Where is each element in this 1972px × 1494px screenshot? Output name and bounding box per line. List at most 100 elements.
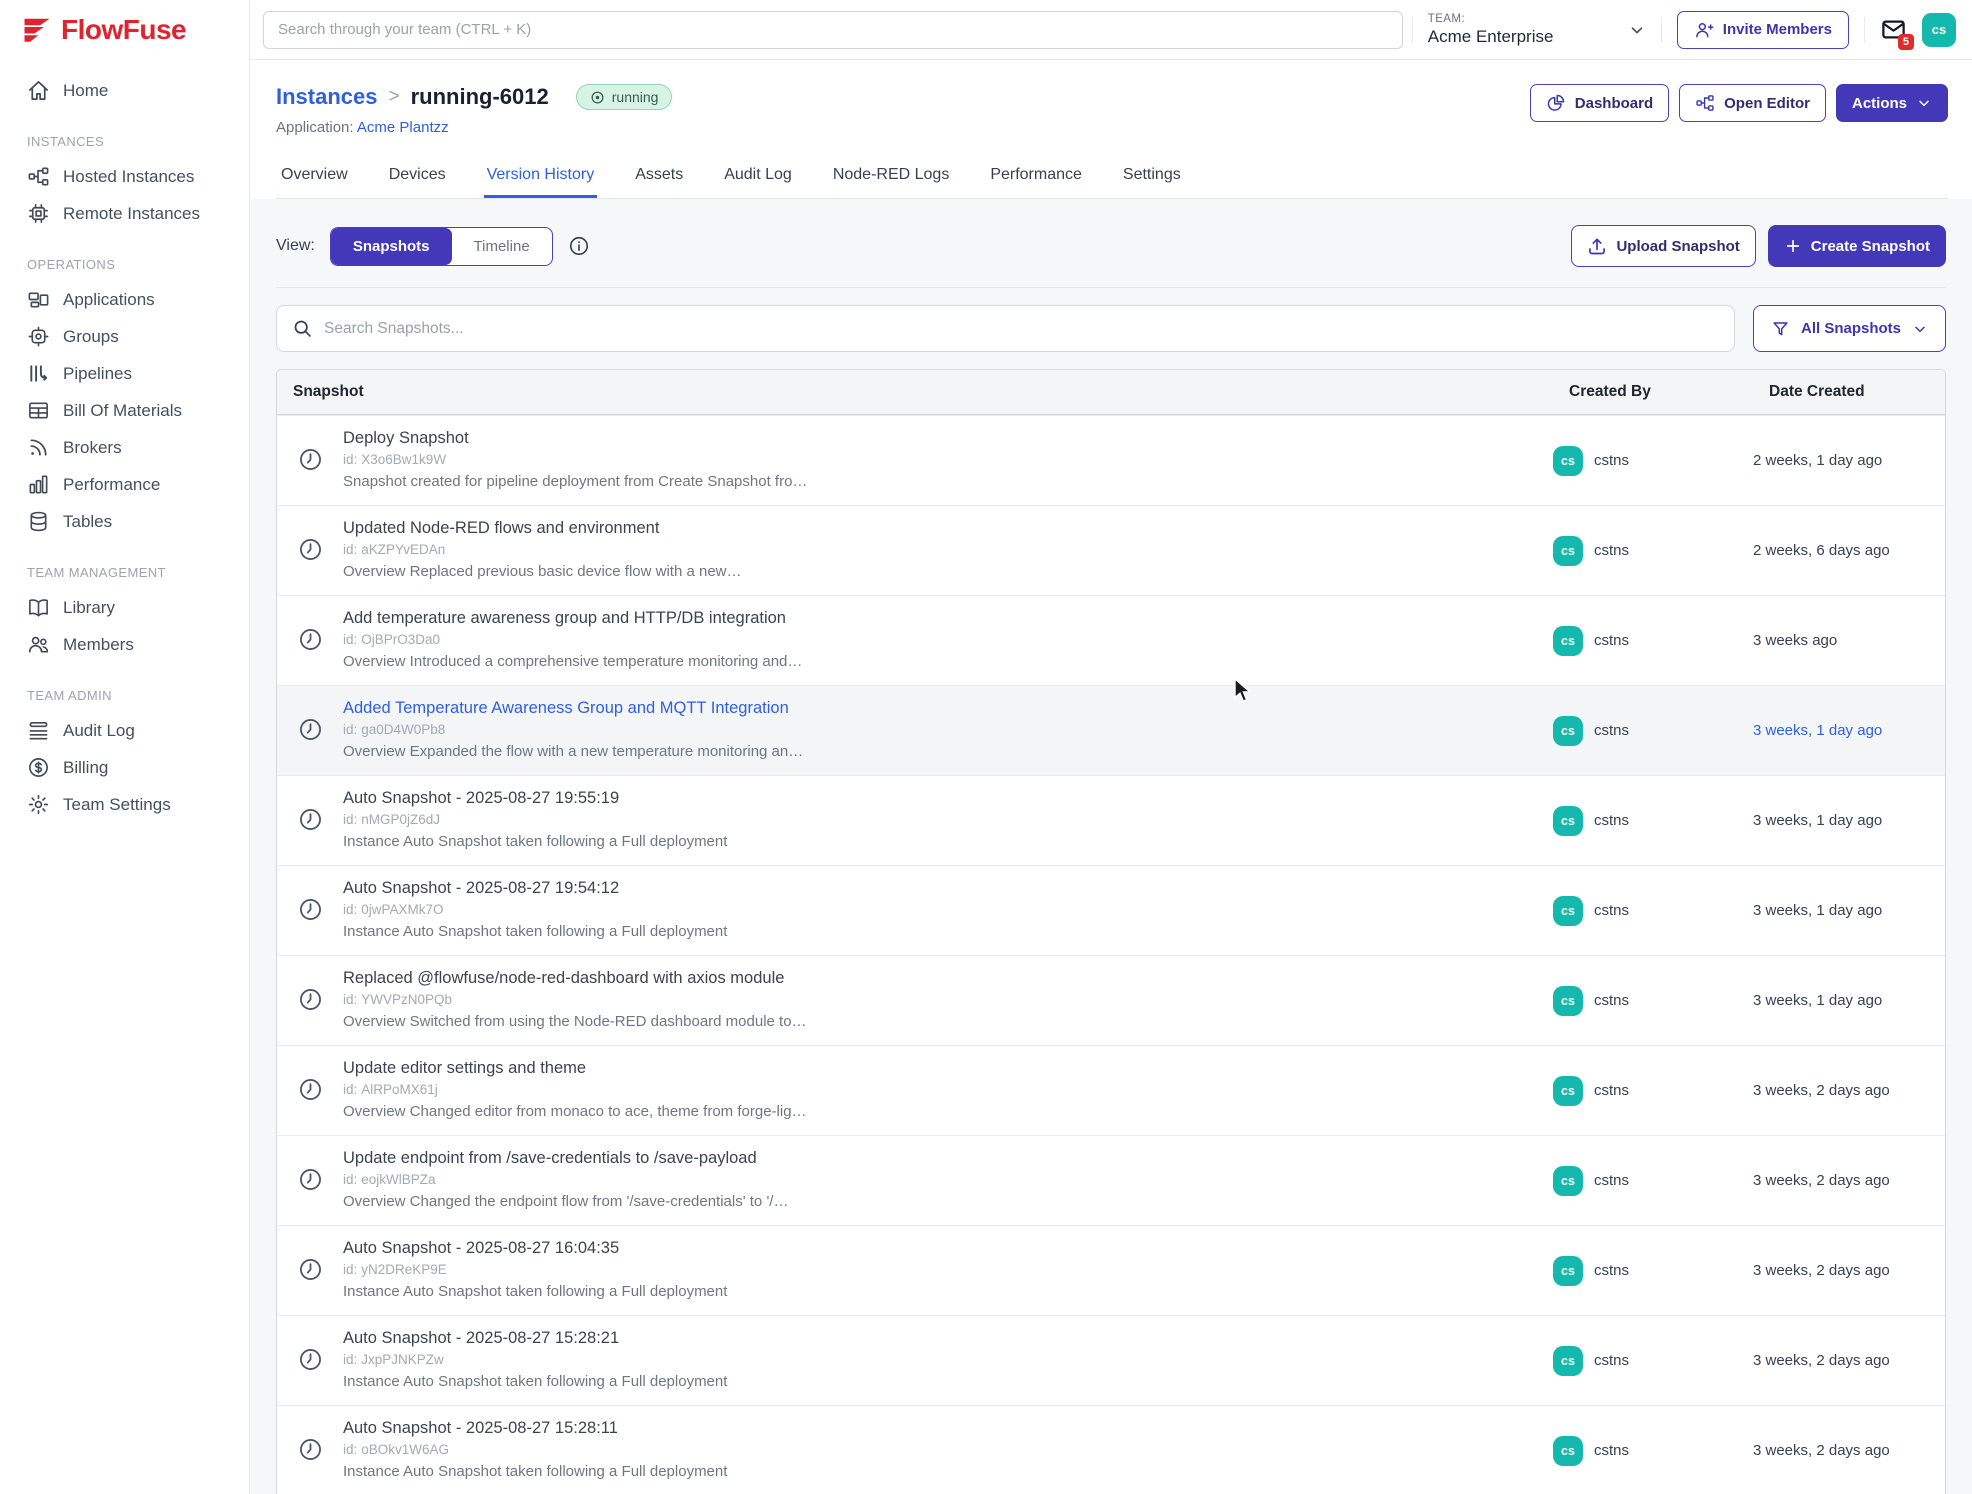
topbar-right: TEAM: Acme Enterprise Invite Members 5 c… (1412, 11, 1956, 49)
sidebar-item[interactable]: Team Settings (0, 786, 249, 823)
sidebar-item[interactable]: Performance (0, 466, 249, 503)
sidebar-item-home[interactable]: Home (0, 72, 249, 109)
tab[interactable]: Audit Log (721, 156, 795, 198)
sidebar-item[interactable]: Audit Log (0, 712, 249, 749)
sidebar-item[interactable]: Groups (0, 318, 249, 355)
table-row[interactable]: Auto Snapshot - 2025-08-27 16:04:35 id:y… (277, 1225, 1945, 1315)
snapshot-id: id:oBOkv1W6AG (343, 1442, 727, 1457)
sidebar-item-icon (27, 325, 50, 348)
funnel-icon (1771, 319, 1790, 338)
snapshot-description: Overview Changed the endpoint flow from … (343, 1193, 788, 1210)
snapshot-cell: Update endpoint from /save-credentials t… (277, 1136, 1553, 1225)
tab[interactable]: Overview (278, 156, 351, 198)
snapshot-title: Auto Snapshot - 2025-08-27 19:54:12 (343, 879, 727, 898)
dashboard-icon (1546, 93, 1566, 113)
table-row[interactable]: Auto Snapshot - 2025-08-27 15:28:11 id:o… (277, 1405, 1945, 1494)
table-row[interactable]: Update editor settings and theme id:AlRP… (277, 1045, 1945, 1135)
sidebar-item[interactable]: Members (0, 626, 249, 663)
tab[interactable]: Settings (1120, 156, 1184, 198)
table-row[interactable]: Updated Node-RED flows and environment i… (277, 505, 1945, 595)
breadcrumb: Instances > running-6012 running (276, 84, 672, 110)
sidebar-item[interactable]: Billing (0, 749, 249, 786)
clock-icon (297, 1256, 324, 1283)
sidebar-item[interactable]: Hosted Instances (0, 158, 249, 195)
snapshot-search-input[interactable] (324, 320, 1719, 338)
table-row[interactable]: Add temperature awareness group and HTTP… (277, 595, 1945, 685)
sidebar-item-icon (27, 202, 50, 225)
table-row[interactable]: Auto Snapshot - 2025-08-27 19:55:19 id:n… (277, 775, 1945, 865)
tab[interactable]: Node-RED Logs (830, 156, 953, 198)
sidebar-item[interactable]: Applications (0, 281, 249, 318)
clock-icon (297, 626, 324, 653)
sidebar-item-icon (27, 756, 50, 779)
table-row[interactable]: Deploy Snapshot id:X3o6Bw1k9W Snapshot c… (277, 415, 1945, 505)
application-link[interactable]: Acme Plantzz (357, 119, 449, 136)
sidebar-item[interactable]: Tables (0, 503, 249, 540)
view-option[interactable]: Snapshots (331, 228, 452, 265)
table-row[interactable]: Auto Snapshot - 2025-08-27 19:54:12 id:0… (277, 865, 1945, 955)
user-plus-icon (1694, 20, 1714, 40)
creator-avatar: cs (1553, 1076, 1583, 1106)
team-search-input[interactable] (263, 11, 1403, 49)
sidebar-item-label: Billing (63, 758, 108, 778)
sidebar-item-label: Groups (63, 327, 119, 347)
divider (1412, 17, 1413, 43)
team-selector[interactable]: TEAM: Acme Enterprise (1428, 13, 1646, 47)
tab[interactable]: Version History (484, 156, 598, 198)
tab[interactable]: Devices (386, 156, 449, 198)
table-row[interactable]: Added Temperature Awareness Group and MQ… (277, 685, 1945, 775)
sidebar-section-team-management: TEAM MANAGEMENT Library Members (0, 540, 249, 663)
creator-avatar: cs (1553, 1346, 1583, 1376)
sidebar-item-icon (27, 399, 50, 422)
sidebar-item-icon (27, 362, 50, 385)
snapshot-actions: Upload Snapshot Create Snapshot (1571, 225, 1946, 267)
upload-snapshot-button[interactable]: Upload Snapshot (1571, 225, 1755, 267)
upload-icon (1587, 236, 1607, 256)
brand-name: FlowFuse (61, 14, 186, 46)
sidebar-item[interactable]: Remote Instances (0, 195, 249, 232)
info-icon (568, 235, 590, 257)
sidebar-item-label: Pipelines (63, 364, 132, 384)
sidebar-item-icon (27, 165, 50, 188)
all-snapshots-filter-button[interactable]: All Snapshots (1753, 305, 1946, 352)
sidebar-item[interactable]: Pipelines (0, 355, 249, 392)
clock-icon (297, 1076, 324, 1103)
clock-icon (297, 716, 324, 743)
table-row[interactable]: Replaced @flowfuse/node-red-dashboard wi… (277, 955, 1945, 1045)
table-row[interactable]: Auto Snapshot - 2025-08-27 15:28:21 id:J… (277, 1315, 1945, 1405)
sidebar-item-icon (27, 473, 50, 496)
flowfuse-logo[interactable]: FlowFuse (0, 0, 249, 60)
table-row[interactable]: Update endpoint from /save-credentials t… (277, 1135, 1945, 1225)
notifications-button[interactable]: 5 (1880, 16, 1907, 43)
open-editor-button[interactable]: Open Editor (1679, 84, 1826, 122)
dashboard-button[interactable]: Dashboard (1530, 84, 1669, 122)
create-snapshot-button[interactable]: Create Snapshot (1768, 225, 1946, 267)
snapshot-title: Added Temperature Awareness Group and MQ… (343, 699, 803, 718)
sidebar-item-label: Audit Log (63, 721, 135, 741)
sidebar-item-icon (27, 793, 50, 816)
actions-label: Actions (1852, 95, 1907, 112)
creator-name: cstns (1594, 542, 1629, 559)
sidebar-item[interactable]: Library (0, 589, 249, 626)
instance-tabs: Overview Devices Version History Assets … (276, 156, 1948, 199)
user-avatar[interactable]: cs (1922, 13, 1956, 47)
sidebar-item[interactable]: Brokers (0, 429, 249, 466)
sidebar-item[interactable]: Bill Of Materials (0, 392, 249, 429)
view-option[interactable]: Timeline (452, 228, 552, 265)
all-snapshots-label: All Snapshots (1801, 320, 1901, 337)
date-created-cell: 3 weeks, 2 days ago (1753, 1262, 1945, 1279)
tab[interactable]: Assets (632, 156, 686, 198)
created-by-cell: cs cstns (1553, 626, 1753, 656)
snapshot-title: Replaced @flowfuse/node-red-dashboard wi… (343, 969, 807, 988)
creator-name: cstns (1594, 632, 1629, 649)
page-header: Instances > running-6012 running Applica… (250, 60, 1972, 199)
invite-members-button[interactable]: Invite Members (1677, 11, 1849, 49)
actions-button[interactable]: Actions (1836, 84, 1948, 122)
date-created-cell: 2 weeks, 1 day ago (1753, 452, 1945, 469)
tab[interactable]: Performance (987, 156, 1085, 198)
snapshot-description: Overview Expanded the flow with a new te… (343, 743, 803, 760)
breadcrumb-instances-link[interactable]: Instances (276, 84, 378, 110)
main-content: Instances > running-6012 running Applica… (250, 60, 1972, 1494)
view-segmented-control: Snapshots Timeline (330, 227, 553, 266)
info-button[interactable] (568, 235, 590, 257)
